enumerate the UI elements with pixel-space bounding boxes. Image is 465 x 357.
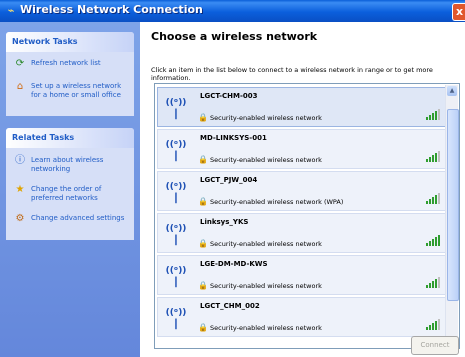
network-list-item[interactable]: ((ᵒ)) ┃ Linksys_YKS 🔒 Security-enabled wi… [157,213,446,253]
settings-icon: ⚙ [15,213,25,224]
wireless-connection-window: ⌁ Wireless Network Connection x Network … [0,0,465,357]
wireless-signal-icon: ((ᵒ)) ┃ [165,140,187,162]
task-label: Change advanced settings [31,214,125,222]
security-label: Security-enabled wireless network [210,282,322,290]
refresh-network-list-link[interactable]: ⟳ Refresh network list [6,55,134,73]
info-icon: ⓘ [15,155,25,166]
change-order-link[interactable]: ★ Change the order of preferred networks [6,181,134,208]
connect-button[interactable]: Connect [411,336,459,355]
task-label: Set up a wireless network for a home or … [31,82,122,99]
wireless-signal-icon: ((ᵒ)) ┃ [165,182,187,204]
network-tasks-header: Network Tasks [6,32,134,52]
task-label: Refresh network list [31,59,101,67]
signal-strength-icon [426,192,444,204]
title-bar[interactable]: ⌁ Wireless Network Connection x [0,0,465,22]
page-title: Choose a wireless network [151,30,318,43]
network-ssid: LGE-DM-MD-KWS [200,260,268,268]
wireless-signal-icon: ((ᵒ)) ┃ [165,308,187,330]
network-list-item[interactable]: ((ᵒ)) ┃ MD-LINKSYS-001 🔒 Security-enabled… [157,129,446,169]
lock-icon: 🔒 [198,281,208,290]
security-status: 🔒 Security-enabled wireless network [198,155,322,164]
security-label: Security-enabled wireless network [210,324,322,332]
scroll-thumb[interactable] [447,109,459,301]
network-list-item[interactable]: ((ᵒ)) ┃ LGE-DM-MD-KWS 🔒 Security-enabled … [157,255,446,295]
change-advanced-settings-link[interactable]: ⚙ Change advanced settings [6,210,134,228]
security-status: 🔒 Security-enabled wireless network [198,113,322,122]
refresh-icon: ⟳ [15,58,25,69]
network-list[interactable]: ((ᵒ)) ┃ LGCT-CHM-003 🔒 Security-enabled w… [154,83,460,349]
signal-strength-icon [426,150,444,162]
network-tasks-box: Network Tasks ⟳ Refresh network list ⌂ S… [6,32,134,116]
setup-wireless-network-link[interactable]: ⌂ Set up a wireless network for a home o… [6,78,134,105]
wireless-signal-icon: ((ᵒ)) ┃ [165,98,187,120]
network-ssid: LGCT-CHM-003 [200,92,258,100]
security-label: Security-enabled wireless network [210,240,322,248]
network-list-item[interactable]: ((ᵒ)) ┃ LGCT_PJW_004 🔒 Security-enabled w… [157,171,446,211]
signal-strength-icon [426,318,444,330]
task-label: Learn about wireless networking [31,156,104,173]
security-label: Security-enabled wireless network (WPA) [210,198,344,206]
lock-icon: 🔒 [198,197,208,206]
security-label: Security-enabled wireless network [210,156,322,164]
lock-icon: 🔒 [198,155,208,164]
instructions-text: Click an item in the list below to conne… [151,66,433,82]
network-list-item[interactable]: ((ᵒ)) ┃ LGCT-CHM-003 🔒 Security-enabled w… [157,87,446,127]
task-pane: Network Tasks ⟳ Refresh network list ⌂ S… [0,22,140,357]
network-list-item[interactable]: ((ᵒ)) ┃ LGCT_CHM_002 🔒 Security-enabled w… [157,297,446,337]
network-ssid: MD-LINKSYS-001 [200,134,267,142]
wireless-signal-icon: ((ᵒ)) ┃ [165,224,187,246]
network-ssid: LGCT_CHM_002 [200,302,260,310]
security-status: 🔒 Security-enabled wireless network (WPA… [198,197,343,206]
window-title: Wireless Network Connection [20,3,203,16]
setup-network-icon: ⌂ [16,81,24,92]
related-tasks-header: Related Tasks [6,128,134,148]
close-button[interactable]: x [452,3,465,21]
lock-icon: 🔒 [198,113,208,122]
scroll-up-button[interactable]: ▲ [447,86,457,96]
learn-wireless-link[interactable]: ⓘ Learn about wireless networking [6,152,134,179]
security-label: Security-enabled wireless network [210,114,322,122]
security-status: 🔒 Security-enabled wireless network [198,323,322,332]
signal-strength-icon [426,234,444,246]
task-label: Change the order of preferred networks [31,185,102,202]
security-status: 🔒 Security-enabled wireless network [198,239,322,248]
security-status: 🔒 Security-enabled wireless network [198,281,322,290]
wireless-network-icon: ⌁ [7,4,15,17]
lock-icon: 🔒 [198,323,208,332]
star-icon: ★ [15,184,25,195]
lock-icon: 🔒 [198,239,208,248]
network-ssid: Linksys_YKS [200,218,249,226]
wireless-signal-icon: ((ᵒ)) ┃ [165,266,187,288]
main-panel: Choose a wireless network Click an item … [140,22,465,357]
list-scrollbar[interactable]: ▲ ▼ [445,85,459,347]
network-ssid: LGCT_PJW_004 [200,176,258,184]
signal-strength-icon [426,276,444,288]
related-tasks-box: Related Tasks ⓘ Learn about wireless net… [6,128,134,240]
signal-strength-icon [426,108,444,120]
